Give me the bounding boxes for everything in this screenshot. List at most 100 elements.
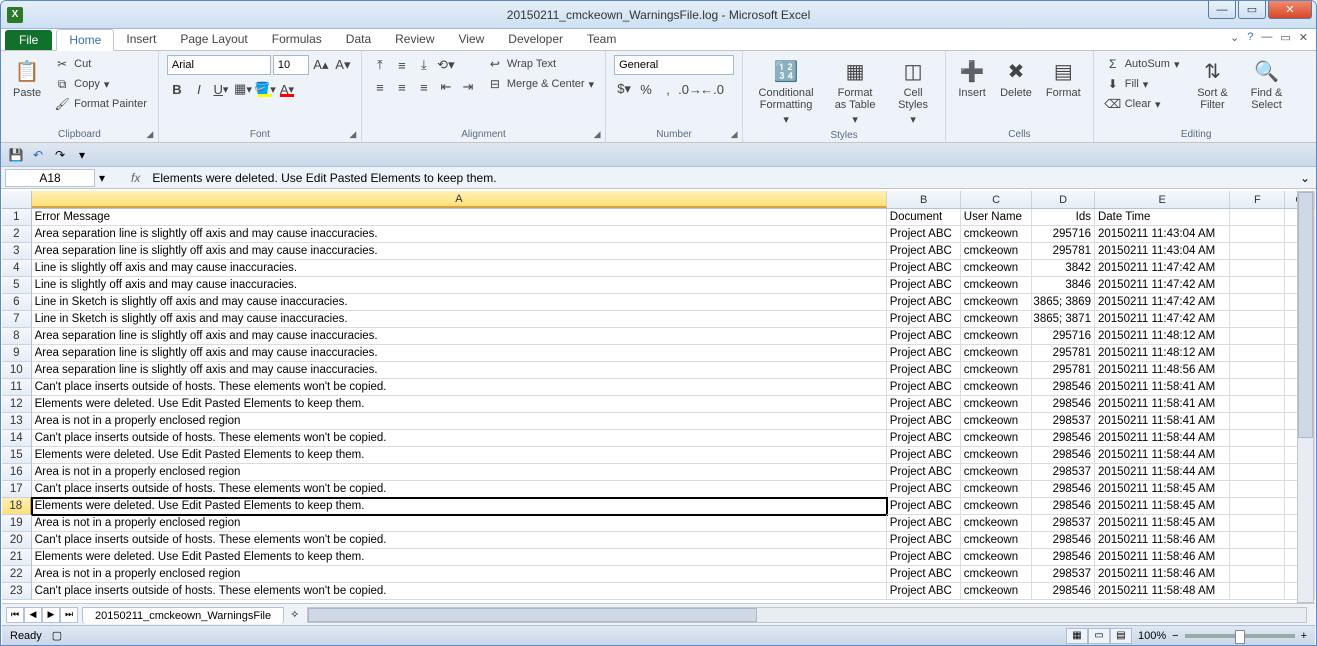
row-header[interactable]: 4 [2,260,32,277]
cell[interactable]: Can't place inserts outside of hosts. Th… [32,379,887,396]
cell[interactable]: cmckeown [961,430,1032,447]
cell[interactable]: cmckeown [961,260,1032,277]
cell[interactable]: 20150211 11:48:56 AM [1095,362,1230,379]
name-box-dropdown-icon[interactable]: ▾ [99,171,105,185]
cell[interactable]: Project ABC [887,515,961,532]
workbook-max-icon[interactable]: ▭ [1280,31,1290,44]
row-header[interactable]: 20 [2,532,32,549]
cell[interactable]: 20150211 11:58:48 AM [1095,583,1230,600]
grow-font-button[interactable]: A▴ [311,55,331,75]
cell[interactable] [1230,515,1285,532]
alignment-launcher-icon[interactable]: ◢ [591,128,603,140]
cell[interactable]: 20150211 11:58:44 AM [1095,447,1230,464]
cell[interactable] [1230,549,1285,566]
cell[interactable]: 20150211 11:58:41 AM [1095,413,1230,430]
cell[interactable] [1230,447,1285,464]
currency-button[interactable]: $▾ [614,79,634,99]
cell[interactable]: 298546 [1032,532,1095,549]
align-right-button[interactable]: ≡ [414,77,434,97]
row-header[interactable]: 13 [2,413,32,430]
cell[interactable]: 298537 [1032,566,1095,583]
cell[interactable]: cmckeown [961,481,1032,498]
zoom-slider[interactable] [1185,634,1295,638]
conditional-formatting-button[interactable]: 🔢Conditional Formatting▾ [751,55,821,128]
fill-button[interactable]: ⬇Fill ▾ [1102,75,1183,93]
cell[interactable]: Can't place inserts outside of hosts. Th… [32,481,887,498]
maximize-button[interactable]: ▭ [1238,1,1266,19]
cell[interactable] [1230,413,1285,430]
cell[interactable]: Project ABC [887,294,961,311]
number-launcher-icon[interactable]: ◢ [728,128,740,140]
cell[interactable]: Project ABC [887,260,961,277]
col-header-C[interactable]: C [961,191,1032,208]
new-sheet-icon[interactable]: ✧ [290,608,299,621]
copy-button[interactable]: ⧉Copy ▾ [51,75,150,93]
cut-button[interactable]: ✂Cut [51,55,150,73]
cell[interactable] [1230,328,1285,345]
cell[interactable]: Line in Sketch is slightly off axis and … [32,311,887,328]
close-button[interactable]: ✕ [1268,1,1312,19]
view-normal-icon[interactable]: ▦ [1066,628,1088,644]
col-header-E[interactable]: E [1095,191,1230,208]
cell[interactable]: Error Message [32,209,887,226]
macro-record-icon[interactable]: ▢ [52,629,62,642]
align-center-button[interactable]: ≡ [392,77,412,97]
cell[interactable]: 298537 [1032,464,1095,481]
tab-review[interactable]: Review [383,29,446,50]
format-cells-button[interactable]: ▤Format [1042,55,1085,101]
increase-indent-button[interactable]: ⇥ [458,77,478,97]
cell[interactable]: 295781 [1032,362,1095,379]
cell[interactable]: Can't place inserts outside of hosts. Th… [32,430,887,447]
workbook-min-icon[interactable]: — [1261,31,1272,44]
cell[interactable]: 298537 [1032,413,1095,430]
row-header[interactable]: 7 [2,311,32,328]
cell[interactable]: Area separation line is slightly off axi… [32,362,887,379]
row-header[interactable]: 14 [2,430,32,447]
cell[interactable]: cmckeown [961,379,1032,396]
cell[interactable]: Ids [1032,209,1095,226]
cell[interactable] [1230,430,1285,447]
cell[interactable]: cmckeown [961,549,1032,566]
cell[interactable]: 20150211 11:58:45 AM [1095,515,1230,532]
cell[interactable] [1230,583,1285,600]
cell[interactable]: 20150211 11:58:44 AM [1095,464,1230,481]
cell[interactable]: 20150211 11:48:12 AM [1095,328,1230,345]
tab-developer[interactable]: Developer [496,29,575,50]
save-button[interactable]: 💾 [7,146,25,164]
cell[interactable]: 20150211 11:47:42 AM [1095,311,1230,328]
cell[interactable]: 298546 [1032,447,1095,464]
minimize-button[interactable]: — [1208,1,1236,19]
cell[interactable]: Area separation line is slightly off axi… [32,243,887,260]
find-select-button[interactable]: 🔍Find & Select [1243,55,1291,113]
decrease-decimal-button[interactable]: ←.0 [702,79,722,99]
align-left-button[interactable]: ≡ [370,77,390,97]
wrap-text-button[interactable]: ↩Wrap Text [484,55,597,73]
cell[interactable]: 298546 [1032,379,1095,396]
row-header[interactable]: 12 [2,396,32,413]
cell[interactable] [1230,481,1285,498]
view-layout-icon[interactable]: ▭ [1088,628,1110,644]
cell[interactable]: Project ABC [887,447,961,464]
zoom-level[interactable]: 100% [1138,630,1166,642]
help-icon[interactable]: ? [1247,31,1253,44]
row-header[interactable]: 22 [2,566,32,583]
cell[interactable]: Project ABC [887,328,961,345]
clear-button[interactable]: ⌫Clear ▾ [1102,95,1183,113]
cell[interactable]: 298546 [1032,396,1095,413]
cell[interactable]: cmckeown [961,532,1032,549]
col-header-B[interactable]: B [887,191,961,208]
vertical-scrollbar[interactable] [1297,191,1314,603]
row-header[interactable]: 17 [2,481,32,498]
align-bottom-button[interactable]: ⤓ [414,55,434,75]
tab-formulas[interactable]: Formulas [260,29,334,50]
cell[interactable]: Project ABC [887,532,961,549]
cell[interactable]: cmckeown [961,515,1032,532]
fx-icon[interactable]: fx [125,171,146,185]
cell[interactable]: 20150211 11:43:04 AM [1095,243,1230,260]
cell[interactable]: 20150211 11:58:46 AM [1095,549,1230,566]
row-header[interactable]: 11 [2,379,32,396]
cell[interactable]: Date Time [1095,209,1230,226]
paste-button[interactable]: 📋 Paste [9,55,45,101]
col-header-D[interactable]: D [1032,191,1095,208]
col-header-F[interactable]: F [1230,191,1285,208]
